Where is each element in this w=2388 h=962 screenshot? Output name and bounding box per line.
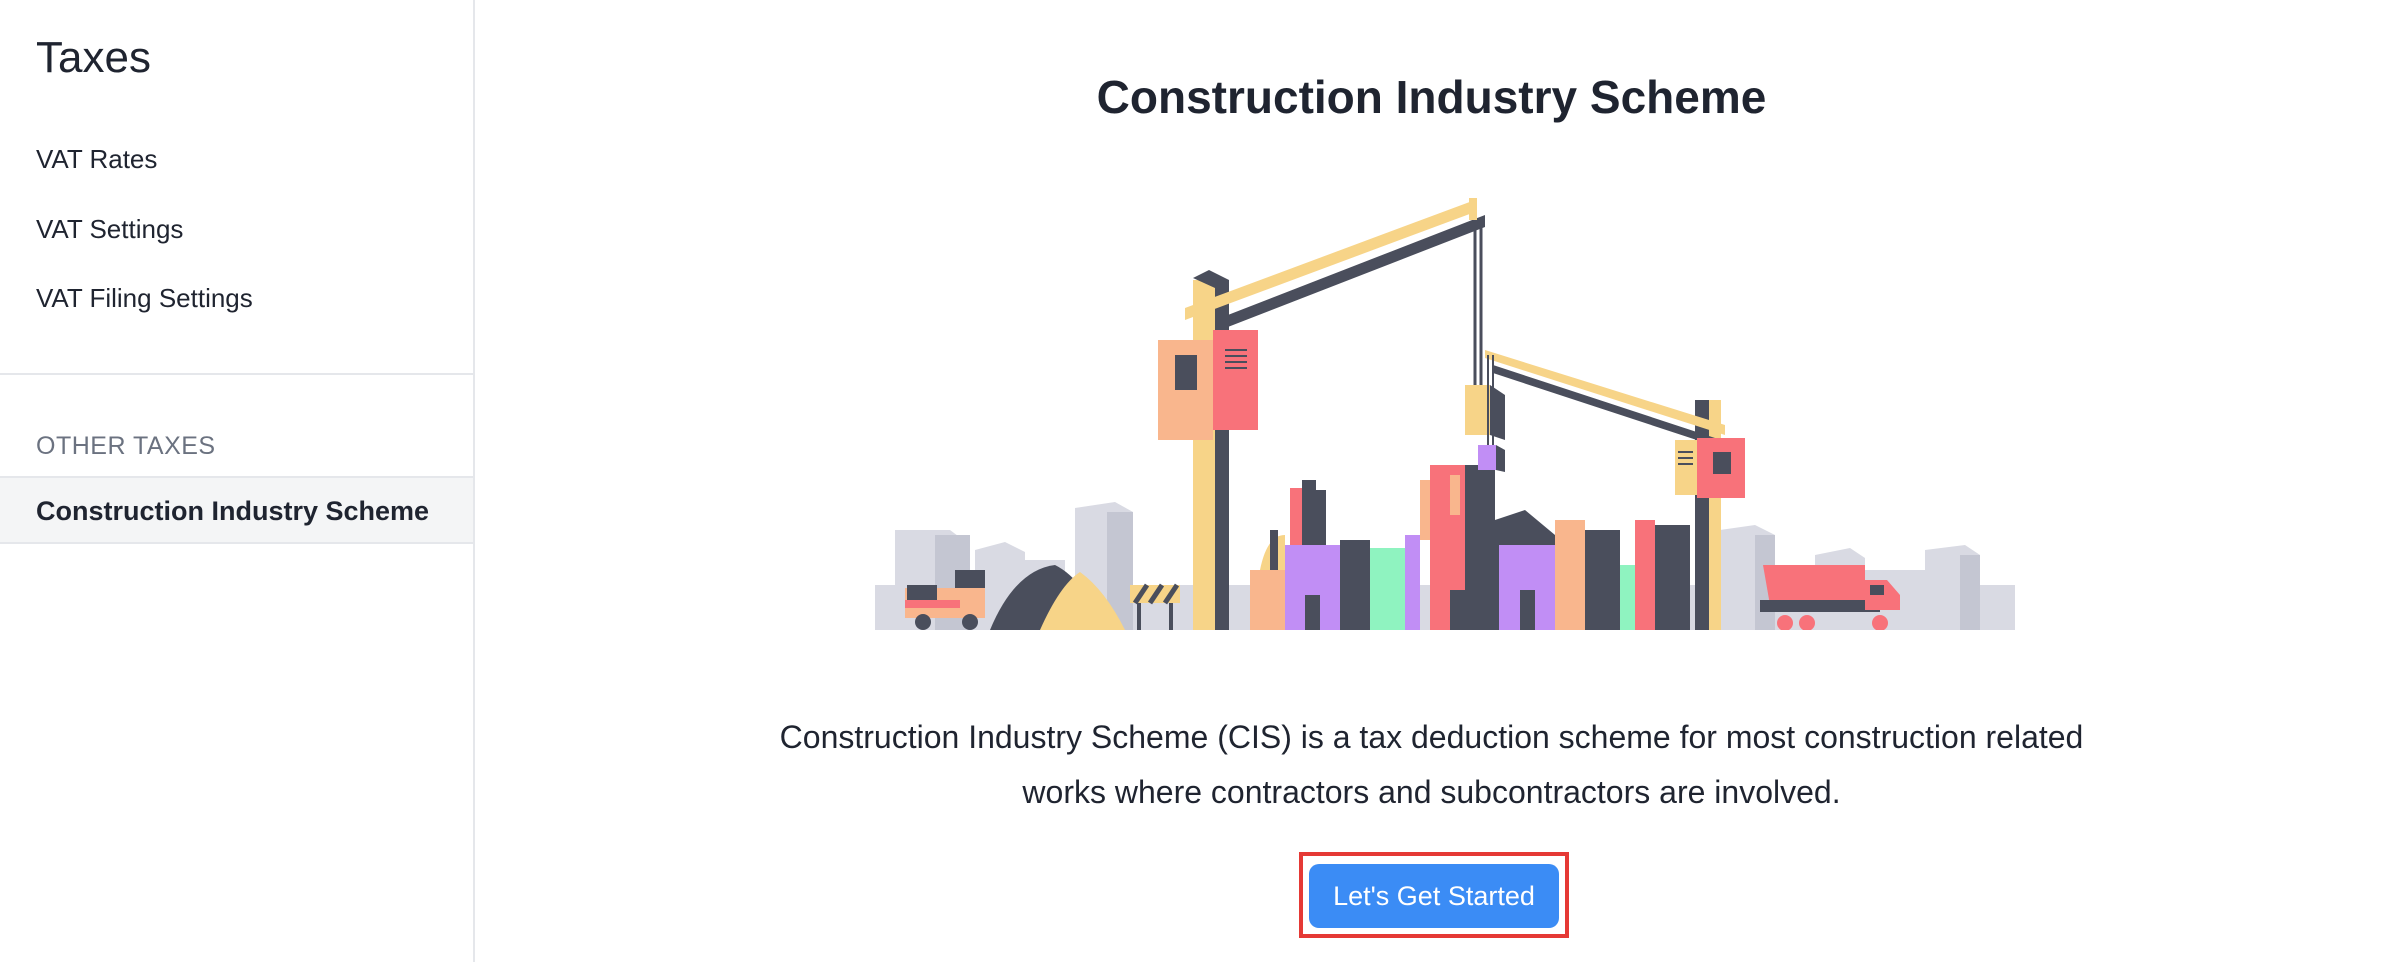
description-line-1: Construction Industry Scheme (CIS) is a … [779, 719, 2084, 755]
page-title: Construction Industry Scheme [1096, 71, 1767, 123]
sidebar-item-construction-industry-scheme[interactable]: Construction Industry Scheme [0, 476, 473, 544]
construction-illustration [875, 198, 2015, 630]
sidebar-item-vat-rates[interactable]: VAT Rates [36, 142, 157, 176]
sidebar-divider [0, 373, 473, 375]
get-started-button[interactable]: Let's Get Started [1309, 864, 1559, 928]
description-line-2: works where contractors and subcontracto… [1022, 774, 1841, 810]
app-root: Taxes VAT Rates VAT Settings VAT Filing … [0, 0, 2388, 962]
sidebar-item-label: Construction Industry Scheme [36, 496, 430, 526]
sidebar: Taxes VAT Rates VAT Settings VAT Filing … [0, 0, 475, 962]
sidebar-section-heading: OTHER TAXES [36, 432, 216, 460]
main-content: Construction Industry Scheme Constructio… [475, 0, 2388, 962]
sidebar-item-vat-filing-settings[interactable]: VAT Filing Settings [36, 281, 253, 315]
city-buildings [1250, 465, 1690, 630]
sidebar-title: Taxes [36, 33, 151, 82]
sidebar-item-vat-settings[interactable]: VAT Settings [36, 212, 183, 246]
scheme-description: Construction Industry Scheme (CIS) is a … [475, 710, 2388, 820]
